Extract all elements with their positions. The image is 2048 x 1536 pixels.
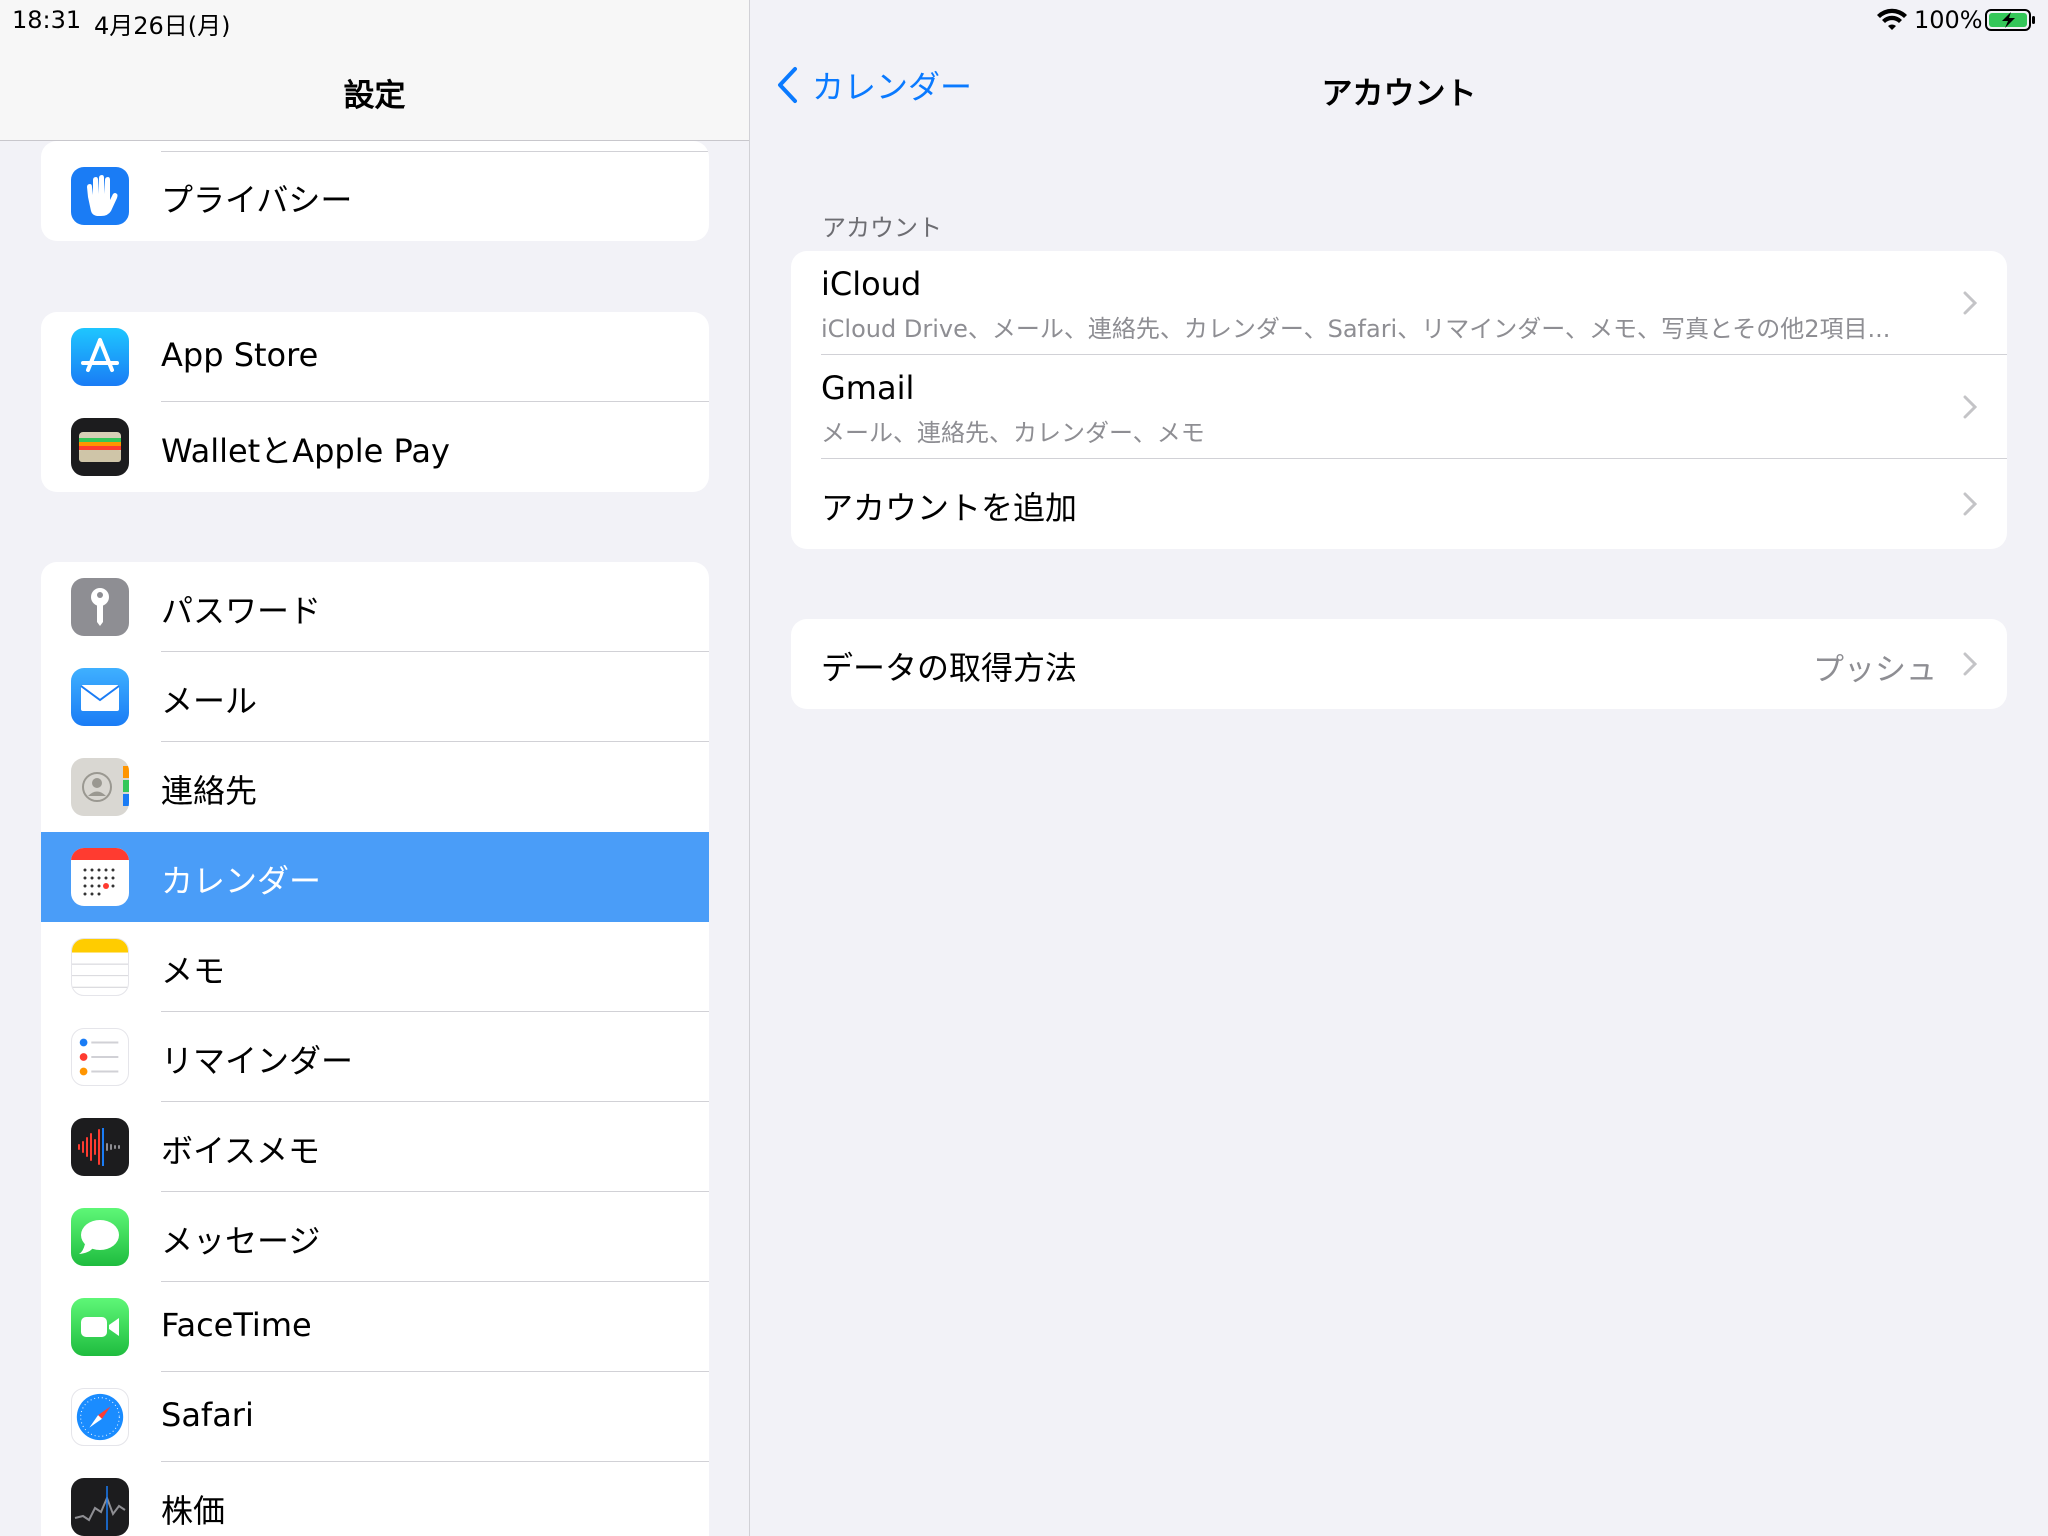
account-subtitle: iCloud Drive、メール、連絡先、カレンダー、Safari、リマインダー… <box>821 315 1891 343</box>
sidebar-item-reminders[interactable]: リマインダー <box>41 1012 709 1102</box>
mail-icon <box>71 668 129 726</box>
fetch-new-data-row[interactable]: データの取得方法 プッシュ <box>791 619 2007 709</box>
sidebar-item-label: App Store <box>161 336 319 374</box>
battery-percent: 100% <box>1914 6 1983 34</box>
facetime-icon <box>71 1298 129 1356</box>
account-row-gmail[interactable]: Gmail メール、連絡先、カレンダー、メモ <box>791 355 2007 459</box>
account-row-icloud[interactable]: iCloud iCloud Drive、メール、連絡先、カレンダー、Safari… <box>791 251 2007 355</box>
sidebar-item-label: パスワード <box>161 592 322 630</box>
accounts-list: iCloud iCloud Drive、メール、連絡先、カレンダー、Safari… <box>791 251 2007 549</box>
sidebar-item-notes[interactable]: メモ <box>41 922 709 1012</box>
contacts-icon <box>71 758 129 816</box>
sidebar-title: 設定 <box>343 78 406 114</box>
stocks-icon <box>71 1478 129 1536</box>
fetch-settings-list: データの取得方法 プッシュ <box>791 619 2007 709</box>
section-header-accounts: アカウント <box>822 214 942 242</box>
sidebar-item-label: Safari <box>161 1396 254 1434</box>
sidebar-item-label: FaceTime <box>161 1306 312 1344</box>
detail-pane: カレンダー アカウント アカウント iCloud iCloud Drive、メー… <box>750 0 2048 1536</box>
sidebar-item-wallet[interactable]: WalletとApple Pay <box>41 402 709 492</box>
sidebar-item-label: メモ <box>161 952 226 990</box>
sidebar-item-label: プライバシー <box>161 181 353 219</box>
sidebar-item-label: WalletとApple Pay <box>161 432 450 470</box>
sidebar-item-label: 株価 <box>161 1492 226 1530</box>
battery-charging-icon <box>1985 9 2035 31</box>
chevron-right-icon <box>1963 492 1977 516</box>
chevron-right-icon <box>1963 652 1977 676</box>
settings-group-apps: パスワード メール 連絡先 カレンダー メモ リマインダー ボイスメモ メッセー… <box>41 562 709 1536</box>
fetch-label: データの取得方法 <box>821 649 1078 687</box>
sidebar-item-mail[interactable]: メール <box>41 652 709 742</box>
chevron-right-icon <box>1963 395 1977 419</box>
account-subtitle: メール、連絡先、カレンダー、メモ <box>821 419 1205 447</box>
page-title: アカウント <box>1321 76 1477 112</box>
chevron-right-icon <box>1963 291 1977 315</box>
sidebar-item-calendar[interactable]: カレンダー <box>41 832 709 922</box>
voice-memo-icon <box>71 1118 129 1176</box>
settings-group-privacy: プライバシー <box>41 141 709 241</box>
add-account-row[interactable]: アカウントを追加 <box>791 459 2007 549</box>
messages-icon <box>71 1208 129 1266</box>
sidebar-item-label: メッセージ <box>161 1222 321 1260</box>
sidebar-item-voice-memos[interactable]: ボイスメモ <box>41 1102 709 1192</box>
safari-compass-icon <box>71 1388 129 1446</box>
wifi-icon <box>1877 8 1907 30</box>
sidebar-item-label: リマインダー <box>161 1042 354 1080</box>
wallet-icon <box>71 418 129 476</box>
sidebar-item-passwords[interactable]: パスワード <box>41 562 709 652</box>
settings-group-store: App Store WalletとApple Pay <box>41 312 709 492</box>
sidebar-item-facetime[interactable]: FaceTime <box>41 1282 709 1372</box>
status-bar: 18:31 4月26日(月) 100% <box>0 0 2048 40</box>
sidebar-item-contacts[interactable]: 連絡先 <box>41 742 709 832</box>
sidebar-item-safari[interactable]: Safari <box>41 1372 709 1462</box>
app-store-icon <box>71 328 129 386</box>
notes-icon <box>71 938 129 996</box>
key-icon <box>71 578 129 636</box>
sidebar-item-label: 連絡先 <box>161 772 258 810</box>
account-title: iCloud <box>821 265 922 303</box>
sidebar-item-label: メール <box>161 682 258 720</box>
settings-sidebar: 設定 プライバシー App Store WalletとApple Pay パスワ… <box>0 0 750 1536</box>
sidebar-item-messages[interactable]: メッセージ <box>41 1192 709 1282</box>
status-date: 4月26日(月) <box>94 12 231 40</box>
sidebar-item-stocks[interactable]: 株価 <box>41 1462 709 1536</box>
sidebar-item-app-store[interactable]: App Store <box>41 312 709 402</box>
calendar-icon <box>71 848 129 906</box>
status-time: 18:31 <box>12 6 82 34</box>
add-account-label: アカウントを追加 <box>821 489 1078 527</box>
account-title: Gmail <box>821 369 915 407</box>
privacy-hand-icon <box>71 167 129 225</box>
sidebar-item-privacy[interactable]: プライバシー <box>41 151 709 241</box>
sidebar-item-label: カレンダー <box>161 862 322 900</box>
reminders-icon <box>71 1028 129 1086</box>
sidebar-item-label: ボイスメモ <box>161 1132 321 1170</box>
fetch-value: プッシュ <box>1813 652 1937 688</box>
